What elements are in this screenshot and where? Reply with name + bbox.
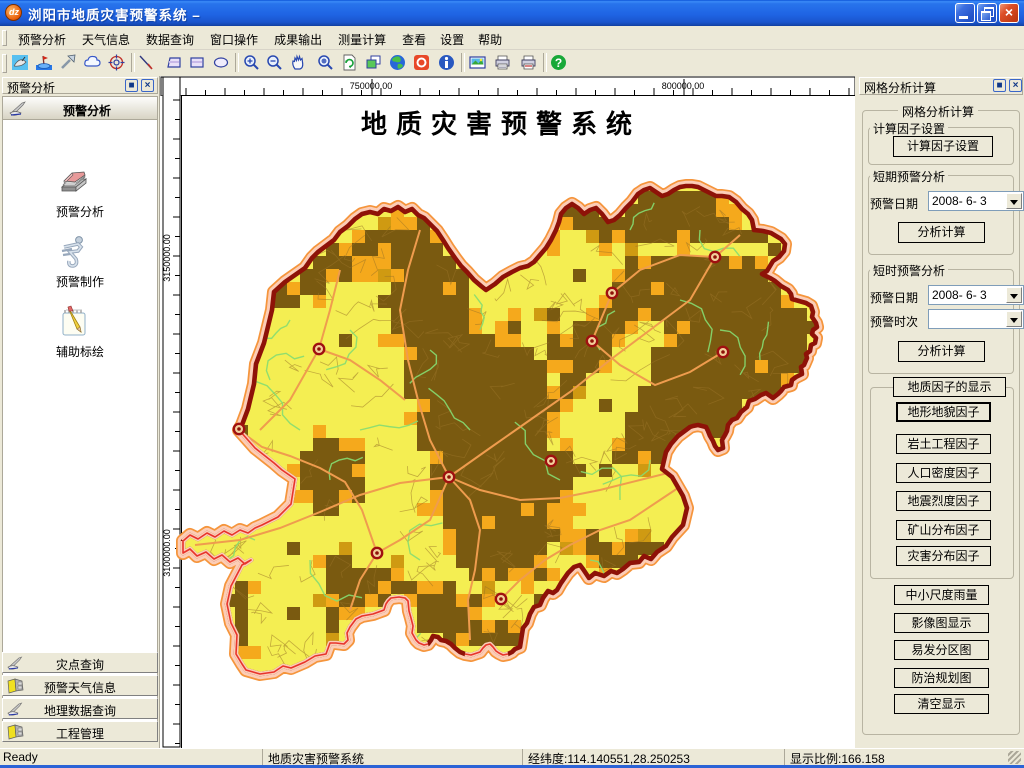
svg-text:?: ? (555, 56, 562, 70)
